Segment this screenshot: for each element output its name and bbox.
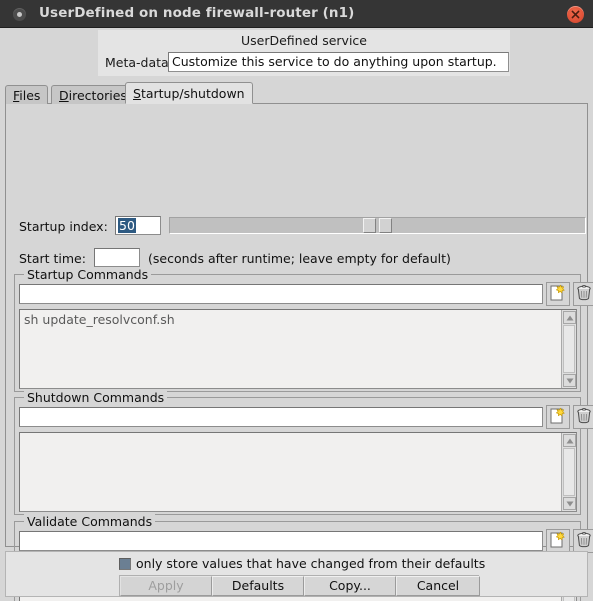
service-header: UserDefined service Meta-data Customize … xyxy=(98,30,510,76)
shutdown-command-entry[interactable] xyxy=(19,407,543,427)
startup-commands-textarea[interactable]: sh update_resolvconf.sh xyxy=(19,309,577,389)
trash-can-icon xyxy=(577,408,591,424)
defaults-button[interactable]: Defaults xyxy=(212,576,304,596)
service-title: UserDefined service xyxy=(241,33,367,48)
only-store-changed-checkbox[interactable] xyxy=(119,558,131,570)
meta-data-input[interactable]: Customize this service to do anything up… xyxy=(168,52,509,72)
shutdown-add-command-button[interactable] xyxy=(546,405,570,429)
scroll-down-icon[interactable] xyxy=(563,374,576,387)
tab-bar: Files Directories Startup/shutdown xyxy=(5,82,588,104)
startup-commands-text: sh update_resolvconf.sh xyxy=(24,312,175,327)
apply-button[interactable]: Apply xyxy=(120,576,212,596)
new-document-icon xyxy=(550,407,565,424)
tab-directories-label: irectories xyxy=(68,88,127,103)
trash-can-icon xyxy=(577,532,591,548)
scroll-up-icon[interactable] xyxy=(563,311,576,324)
shutdown-commands-group: Shutdown Commands xyxy=(14,390,593,515)
dialog-button-row: Apply Defaults Copy... Cancel xyxy=(119,575,480,597)
meta-data-label: Meta-data xyxy=(105,55,169,70)
tab-files-label: iles xyxy=(19,88,41,103)
tab-startup-shutdown[interactable]: Startup/shutdown xyxy=(125,82,253,104)
validate-commands-title: Validate Commands xyxy=(24,514,156,529)
start-time-hint: (seconds after runtime; leave empty for … xyxy=(148,251,451,266)
startup-index-input[interactable]: 50 xyxy=(115,216,161,235)
start-time-input[interactable] xyxy=(94,248,140,267)
window-titlebar: UserDefined on node firewall-router (n1) xyxy=(0,0,593,28)
tab-startup-shutdown-mnemonic: S xyxy=(133,86,141,101)
startup-commands-title: Startup Commands xyxy=(24,267,152,282)
scroll-up-icon[interactable] xyxy=(563,434,576,447)
scroll-down-icon[interactable] xyxy=(563,497,576,510)
startup-commands-group: Startup Commands sh update_resolvconf.sh xyxy=(14,267,593,392)
startup-index-slider[interactable] xyxy=(169,217,586,234)
startup-add-command-button[interactable] xyxy=(546,282,570,306)
new-document-icon xyxy=(550,284,565,301)
startup-shutdown-panel: Startup index: 50 Start time: (seconds a… xyxy=(5,104,593,601)
shutdown-commands-scroll-track[interactable] xyxy=(563,448,575,496)
copy-button[interactable]: Copy... xyxy=(304,576,396,596)
tab-files[interactable]: Files xyxy=(5,85,49,104)
shutdown-commands-title: Shutdown Commands xyxy=(24,390,168,405)
tab-directories[interactable]: Directories xyxy=(51,85,135,104)
shutdown-commands-scrollbar[interactable] xyxy=(561,433,576,511)
slider-handle-right[interactable] xyxy=(379,218,392,233)
startup-index-label: Startup index: xyxy=(19,219,108,234)
tab-startup-shutdown-label: tartup/shutdown xyxy=(140,86,245,101)
validate-delete-command-button[interactable] xyxy=(573,529,593,553)
cancel-button[interactable]: Cancel xyxy=(396,576,480,596)
startup-command-entry[interactable] xyxy=(19,284,543,304)
dialog-body: UserDefined service Meta-data Customize … xyxy=(0,28,593,601)
shutdown-commands-textarea[interactable] xyxy=(19,432,577,512)
startup-index-value: 50 xyxy=(118,218,136,233)
startup-commands-scroll-track[interactable] xyxy=(563,325,575,373)
only-store-changed-checkbox-row[interactable]: only store values that have changed from… xyxy=(119,556,485,574)
tab-directories-mnemonic: D xyxy=(59,88,69,103)
close-icon[interactable] xyxy=(567,6,584,23)
new-document-icon xyxy=(550,531,565,548)
validate-command-entry[interactable] xyxy=(19,531,543,551)
shutdown-delete-command-button[interactable] xyxy=(573,405,593,429)
only-store-changed-label: only store values that have changed from… xyxy=(136,556,486,571)
startup-delete-command-button[interactable] xyxy=(573,282,593,306)
startup-commands-scrollbar[interactable] xyxy=(561,310,576,388)
start-time-label: Start time: xyxy=(19,251,86,266)
window-title: UserDefined on node firewall-router (n1) xyxy=(39,5,355,21)
user-defined-service-dialog: UserDefined on node firewall-router (n1)… xyxy=(0,0,593,601)
validate-add-command-button[interactable] xyxy=(546,529,570,553)
window-menu-icon[interactable] xyxy=(13,8,26,21)
dialog-footer: only store values that have changed from… xyxy=(5,551,588,597)
slider-handle-left[interactable] xyxy=(363,218,376,233)
trash-can-icon xyxy=(577,285,591,301)
